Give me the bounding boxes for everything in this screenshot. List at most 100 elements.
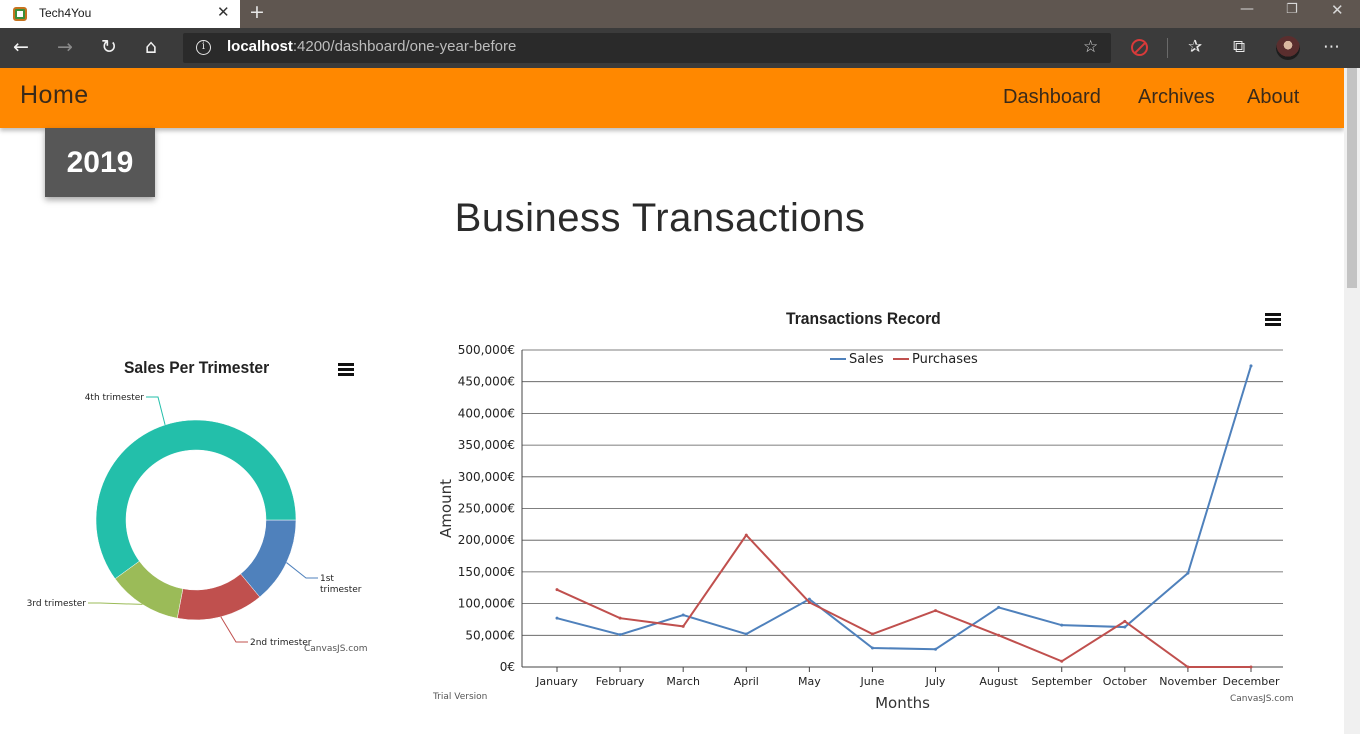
- leader-2nd-trimester: [220, 616, 248, 643]
- doughnut-credit[interactable]: CanvasJS.com: [304, 644, 367, 654]
- x-tick-label: September: [1031, 675, 1092, 688]
- leader-3rd-trimester: [88, 602, 143, 605]
- legend-label-purchases: Purchases: [912, 352, 978, 367]
- point-sales: [1249, 364, 1253, 368]
- trial-version-text: Trial Version: [433, 692, 488, 702]
- x-tick-label: August: [979, 675, 1018, 688]
- favorite-star-icon[interactable]: ☆: [1083, 37, 1098, 57]
- point-sales: [681, 613, 685, 617]
- extension-icon[interactable]: [1131, 39, 1148, 56]
- line-chart: 0€ 50,000€ 100,000€ 150,000€ 200,000€ 250,000…: [437, 343, 1283, 708]
- x-tick-label: December: [1222, 675, 1280, 688]
- browser-tab-bar: Tech4You ✕ + — ❐ ✕: [0, 0, 1360, 28]
- profile-avatar[interactable]: [1276, 36, 1300, 60]
- x-tick-label: June: [859, 675, 884, 688]
- y-tick-label: 0€: [500, 660, 515, 674]
- favorites-icon[interactable]: ✰: [1188, 37, 1202, 57]
- series-line-purchases: [556, 533, 1251, 668]
- point-sales: [744, 632, 748, 636]
- label-4th-trimester: 4th trimester: [85, 393, 145, 403]
- y-tick-label: 500,000€: [458, 343, 515, 357]
- label-2nd-trimester: 2nd trimester: [250, 638, 312, 648]
- browser-toolbar: ← → ↻ ⌂ i localhost:4200/dashboard/one-y…: [0, 28, 1360, 68]
- y-tick-label: 250,000€: [458, 502, 515, 516]
- browser-tab[interactable]: Tech4You ✕: [0, 0, 240, 28]
- label-3rd-trimester: 3rd trimester: [27, 599, 87, 609]
- x-tick-label: April: [734, 675, 759, 688]
- toolbar-divider: [1167, 38, 1168, 58]
- point-sales: [934, 647, 938, 651]
- y-tick-label: 450,000€: [458, 375, 515, 389]
- x-tick-label: November: [1159, 675, 1217, 688]
- point-purchases: [870, 632, 874, 636]
- y-tick-label: 200,000€: [458, 533, 515, 547]
- window-close-icon[interactable]: ✕: [1331, 1, 1344, 19]
- collections-icon[interactable]: ⧉: [1233, 37, 1245, 57]
- favicon-icon: [13, 7, 27, 21]
- x-tick-label: October: [1103, 675, 1147, 688]
- label-1st-trimester: 1st: [320, 574, 334, 584]
- page-content: Home Dashboard Archives About 2019 Busin…: [0, 68, 1344, 734]
- point-sales: [870, 646, 874, 650]
- x-tick-label: May: [798, 675, 821, 688]
- page-title: Business Transactions: [454, 196, 866, 240]
- site-info-icon[interactable]: i: [196, 40, 211, 55]
- point-purchases: [1060, 659, 1064, 663]
- point-purchases: [1186, 665, 1190, 669]
- series-line-sales: [556, 365, 1252, 651]
- year-badge: 2019: [45, 128, 155, 197]
- back-icon[interactable]: ←: [13, 36, 29, 58]
- scrollbar-thumb[interactable]: [1347, 68, 1357, 288]
- address-bar[interactable]: i localhost:4200/dashboard/one-year-befo…: [183, 33, 1111, 63]
- point-purchases: [1249, 665, 1253, 669]
- point-purchases: [1123, 619, 1127, 623]
- point-purchases: [997, 633, 1001, 637]
- close-tab-icon[interactable]: ✕: [217, 3, 230, 21]
- y-tick-label: 300,000€: [458, 470, 515, 484]
- point-sales: [1186, 571, 1190, 575]
- y-tick-label: 50,000€: [465, 628, 515, 642]
- site-navbar: Home Dashboard Archives About: [0, 68, 1344, 128]
- point-sales: [997, 605, 1001, 609]
- x-tick-label: July: [925, 675, 946, 688]
- about-link[interactable]: About: [1247, 86, 1299, 109]
- tab-title: Tech4You: [39, 6, 92, 20]
- archives-link[interactable]: Archives: [1138, 86, 1215, 109]
- y-tick-label: 100,000€: [458, 597, 515, 611]
- url-text[interactable]: localhost:4200/dashboard/one-year-before: [227, 38, 516, 55]
- y-axis-title: Amount: [437, 479, 455, 538]
- point-sales: [1060, 623, 1064, 627]
- point-purchases: [555, 588, 559, 592]
- y-tick-label: 150,000€: [458, 565, 515, 579]
- dashboard-link[interactable]: Dashboard: [1003, 86, 1101, 109]
- home-icon[interactable]: ⌂: [145, 36, 157, 58]
- line-chart-credit[interactable]: CanvasJS.com: [1230, 694, 1293, 704]
- new-tab-icon[interactable]: +: [249, 1, 265, 23]
- point-purchases: [934, 609, 938, 613]
- point-purchases: [681, 624, 685, 628]
- x-tick-label: January: [535, 675, 578, 688]
- refresh-icon[interactable]: ↻: [101, 36, 117, 58]
- point-sales: [555, 616, 559, 620]
- leader-4th-trimester: [146, 396, 166, 426]
- more-menu-icon[interactable]: ⋯: [1323, 37, 1340, 57]
- leader-1st-trimester: [286, 562, 318, 579]
- y-tick-label: 400,000€: [458, 406, 515, 420]
- doughnut-chart: 1sttrimester 2nd trimester 3rd trimester 4t…: [27, 393, 362, 648]
- label-1st-trimester-line2: trimester: [320, 585, 362, 595]
- x-axis-title: Months: [875, 694, 930, 708]
- legend-label-sales: Sales: [849, 352, 884, 367]
- point-sales: [1123, 625, 1127, 629]
- page-scrollbar[interactable]: [1344, 68, 1360, 734]
- point-sales: [618, 633, 622, 637]
- point-purchases: [618, 616, 622, 620]
- x-tick-label: February: [596, 675, 645, 688]
- point-purchases: [807, 600, 811, 604]
- forward-icon[interactable]: →: [57, 36, 73, 58]
- x-tick-label: March: [666, 675, 700, 688]
- home-link[interactable]: Home: [20, 81, 89, 110]
- minimize-icon[interactable]: —: [1240, 1, 1254, 17]
- restore-icon[interactable]: ❐: [1286, 2, 1298, 17]
- y-tick-label: 350,000€: [458, 438, 515, 452]
- point-purchases: [744, 533, 748, 537]
